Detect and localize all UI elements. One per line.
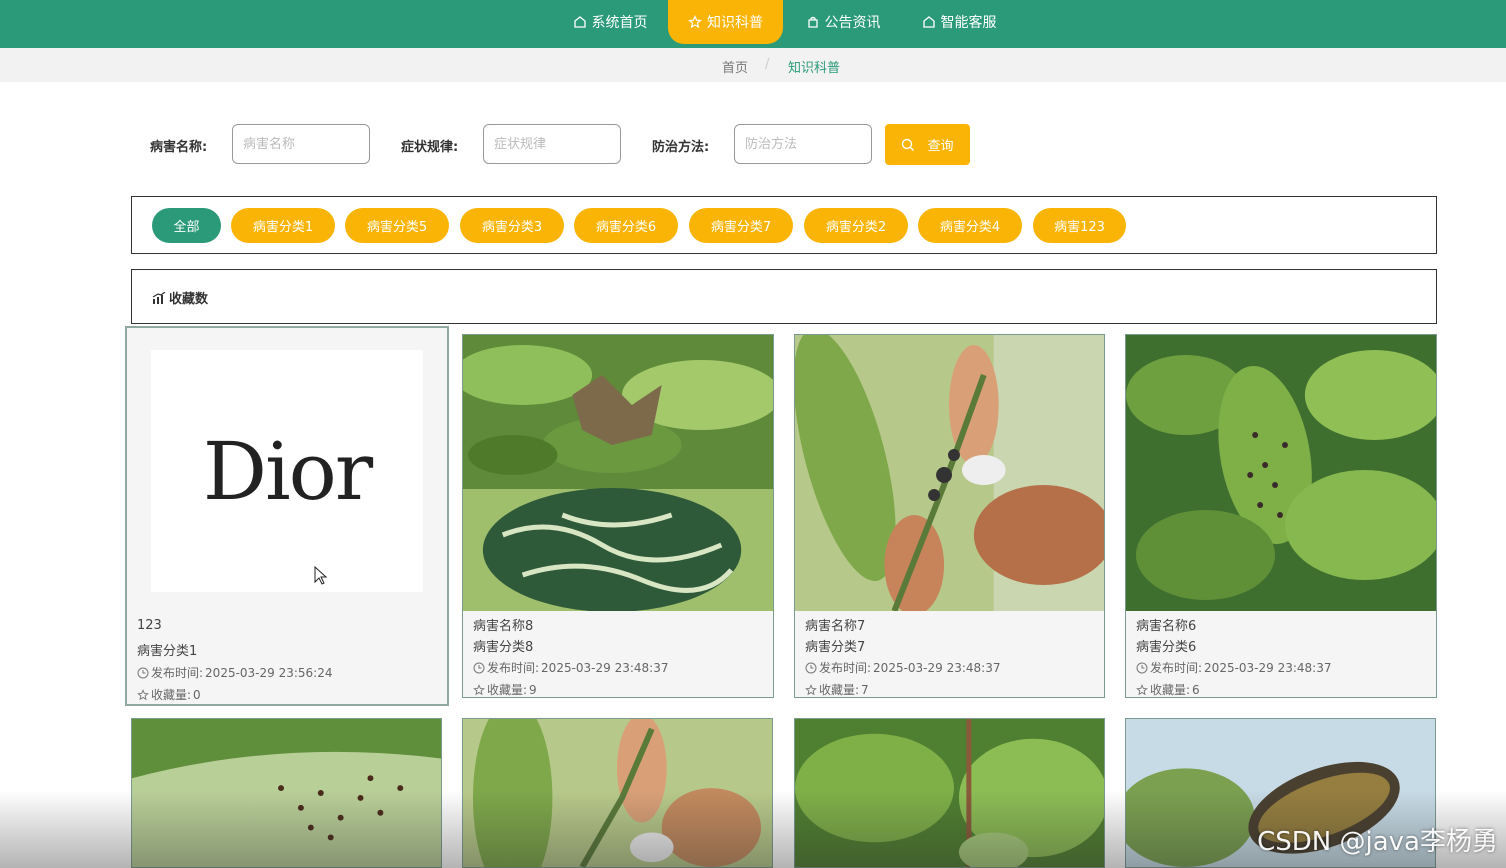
card-disease-8[interactable]: 病害名称8 病害分类8 发布时间: 2025-03-29 23:48:37 收藏量… — [462, 334, 774, 698]
nav-item-announcements[interactable]: 公告资讯 — [793, 0, 893, 44]
mouse-cursor-icon — [314, 566, 328, 585]
home-icon — [573, 16, 586, 28]
category-chip[interactable]: 病害分类4 — [918, 208, 1022, 243]
nav-item-label: 知识科普 — [707, 15, 763, 31]
card-image-row2[interactable] — [462, 718, 773, 868]
card-image — [1126, 335, 1436, 611]
nav-item-knowledge[interactable]: 知识科普 — [668, 0, 783, 44]
card-category: 病害分类1 — [137, 644, 198, 659]
card-title: 123 — [137, 618, 162, 633]
breadcrumb-separator: / — [765, 57, 770, 72]
card-title: 病害名称7 — [805, 619, 866, 634]
card-favorites: 收藏量: 9 — [473, 681, 537, 697]
card-image-row2[interactable] — [794, 718, 1105, 868]
watermark: CSDN @java李杨勇 — [1257, 827, 1498, 857]
nav-item-label: 智能客服 — [940, 15, 997, 31]
nav-item-label: 系统首页 — [591, 15, 648, 31]
category-chip[interactable]: 病害分类6 — [574, 208, 678, 243]
card-disease-6[interactable]: 病害名称6 病害分类6 发布时间: 2025-03-29 23:48:37 收藏量… — [1125, 334, 1437, 698]
method-label: 防治方法: — [652, 140, 710, 155]
card-image — [463, 335, 773, 611]
sort-label: 收藏数 — [169, 292, 209, 307]
star-icon — [688, 15, 702, 29]
query-button[interactable]: 查询 — [885, 124, 970, 165]
category-chip[interactable]: 病害分类1 — [231, 208, 335, 243]
breadcrumb-home[interactable]: 首页 — [722, 57, 748, 76]
bag-icon — [807, 16, 818, 28]
category-filter: 全部 病害分类1 病害分类5 病害分类3 病害分类6 病害分类7 病害分类2 病… — [131, 196, 1437, 254]
card-image: Dior — [151, 350, 423, 592]
category-chip[interactable]: 病害分类2 — [804, 208, 908, 243]
star-icon — [805, 683, 817, 695]
category-chip[interactable]: 病害分类3 — [460, 208, 564, 243]
query-label: 查询 — [927, 139, 954, 154]
clock-icon — [1136, 662, 1148, 673]
nav-item-label: 公告资讯 — [824, 15, 881, 31]
nav-item-home[interactable]: 系统首页 — [560, 0, 660, 44]
sort-bar: 收藏数 — [131, 269, 1437, 324]
sort-by-favorites[interactable]: 收藏数 — [152, 288, 208, 307]
card-time: 发布时间: 2025-03-29 23:56:24 — [137, 664, 333, 681]
home-icon — [922, 16, 935, 28]
card-category: 病害分类6 — [1136, 640, 1197, 655]
nav-item-service[interactable]: 智能客服 — [909, 0, 1009, 44]
card-time: 发布时间: 2025-03-29 23:48:37 — [473, 659, 669, 676]
card-image-row2[interactable] — [131, 718, 442, 868]
clock-icon — [473, 662, 485, 673]
card-123[interactable]: Dior 123 病害分类1 发布时间: 2025-03-29 23:56:24 … — [125, 326, 449, 706]
dior-logo-text: Dior — [202, 424, 373, 518]
method-input[interactable] — [734, 124, 872, 164]
category-chip[interactable]: 病害123 — [1033, 208, 1126, 243]
card-favorites: 收藏量: 7 — [805, 681, 869, 697]
card-favorites: 收藏量: 6 — [1136, 681, 1200, 697]
card-title: 病害名称6 — [1136, 619, 1197, 634]
card-image — [795, 335, 1104, 611]
card-category: 病害分类8 — [473, 640, 534, 655]
top-nav: 系统首页 知识科普 公告资讯 智能客服 — [0, 0, 1506, 48]
card-time: 发布时间: 2025-03-29 23:48:37 — [1136, 659, 1332, 676]
card-disease-7[interactable]: 病害名称7 病害分类7 发布时间: 2025-03-29 23:48:37 收藏量… — [794, 334, 1105, 698]
symptom-input[interactable] — [483, 124, 621, 164]
card-time: 发布时间: 2025-03-29 23:48:37 — [805, 659, 1001, 676]
name-input[interactable] — [232, 124, 370, 164]
star-icon — [473, 683, 485, 695]
star-icon — [1136, 683, 1148, 695]
card-category: 病害分类7 — [805, 640, 866, 655]
category-chip-all[interactable]: 全部 — [152, 208, 221, 243]
name-label: 病害名称: — [150, 140, 208, 155]
category-chip[interactable]: 病害分类5 — [345, 208, 449, 243]
chart-icon — [152, 291, 166, 304]
clock-icon — [805, 662, 817, 673]
card-title: 病害名称8 — [473, 619, 534, 634]
clock-icon — [137, 667, 149, 678]
star-icon — [137, 688, 149, 700]
breadcrumb: 首页 / 知识科普 — [0, 48, 1506, 82]
search-icon — [902, 138, 915, 151]
breadcrumb-current: 知识科普 — [788, 61, 841, 76]
category-chip[interactable]: 病害分类7 — [689, 208, 793, 243]
symptom-label: 症状规律: — [401, 140, 459, 155]
card-favorites: 收藏量: 0 — [137, 686, 201, 703]
